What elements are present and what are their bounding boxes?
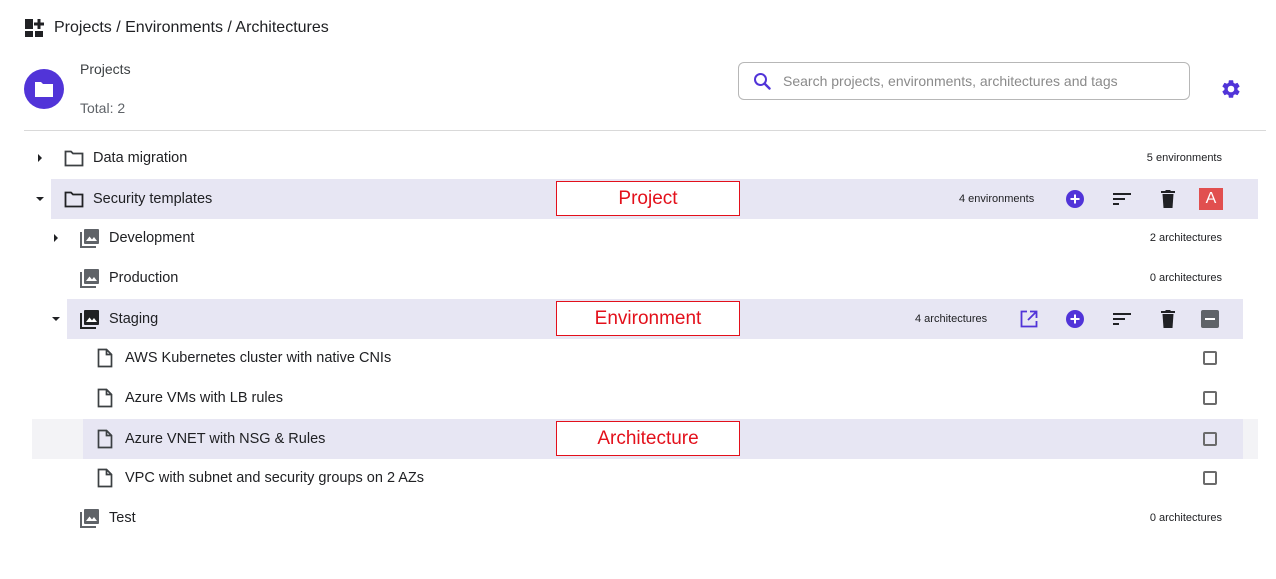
annotation-environment: Environment (556, 301, 740, 336)
document-icon (97, 388, 113, 408)
caret-right-icon[interactable] (35, 153, 45, 163)
architecture-name: Azure VNET with NSG & Rules (125, 431, 326, 447)
sort-icon[interactable] (1111, 188, 1133, 210)
sort-icon[interactable] (1111, 308, 1133, 330)
image-collection-icon (80, 508, 100, 528)
project-badge[interactable]: A (1199, 188, 1223, 210)
document-icon (97, 468, 113, 488)
caret-down-icon[interactable] (35, 194, 45, 204)
architecture-row[interactable]: VPC with subnet and security groups on 2… (32, 458, 1258, 498)
open-external-icon[interactable] (1018, 308, 1040, 330)
delete-icon[interactable] (1157, 188, 1179, 210)
select-checkbox[interactable] (1203, 471, 1217, 485)
architecture-count: 0 architectures (1149, 272, 1222, 284)
folder-outline-icon (64, 191, 84, 208)
dashboard-add-icon (24, 18, 44, 38)
select-checkbox[interactable] (1203, 351, 1217, 365)
architecture-row[interactable]: Azure VMs with LB rules (32, 378, 1258, 418)
annotation-architecture: Architecture (556, 421, 740, 456)
project-name: Security templates (93, 191, 213, 207)
environment-row-test[interactable]: Test 0 architectures (32, 498, 1258, 538)
search-icon (753, 72, 771, 90)
total-count: Total: 2 (80, 100, 126, 116)
folder-icon (34, 80, 54, 98)
select-checkbox[interactable] (1203, 432, 1217, 446)
architecture-count: 0 architectures (1149, 512, 1222, 524)
image-collection-icon (80, 268, 100, 288)
caret-right-icon[interactable] (51, 233, 61, 243)
avatar (24, 69, 64, 109)
architecture-count: 4 architectures (915, 313, 988, 325)
annotation-project: Project (556, 181, 740, 216)
environment-row-development[interactable]: Development 2 architectures (32, 218, 1258, 258)
delete-icon[interactable] (1157, 308, 1179, 330)
environment-name: Test (109, 510, 136, 526)
add-architecture-button[interactable] (1064, 308, 1086, 330)
page-title: Projects (80, 61, 131, 77)
image-collection-icon (80, 228, 100, 248)
select-checkbox[interactable] (1203, 391, 1217, 405)
architecture-name: Azure VMs with LB rules (125, 390, 283, 406)
environment-name: Production (109, 270, 179, 286)
breadcrumb: Projects / Environments / Architectures (24, 16, 329, 40)
indeterminate-checkbox[interactable] (1199, 308, 1221, 330)
environment-name: Staging (109, 311, 159, 327)
document-icon (97, 348, 113, 368)
search-input[interactable] (781, 72, 1175, 90)
gear-icon[interactable] (1220, 78, 1242, 100)
project-row-data-migration[interactable]: Data migration 5 environments (32, 138, 1258, 178)
project-name: Data migration (93, 150, 188, 166)
header-divider (24, 130, 1266, 131)
environment-name: Development (109, 230, 195, 246)
breadcrumb-text[interactable]: Projects / Environments / Architectures (54, 19, 329, 37)
search-box[interactable] (738, 62, 1190, 100)
architecture-count: 2 architectures (1149, 232, 1222, 244)
architecture-row[interactable]: AWS Kubernetes cluster with native CNIs (32, 338, 1258, 378)
add-environment-button[interactable] (1064, 188, 1086, 210)
environment-count: 4 environments (959, 193, 1035, 205)
folder-outline-icon (64, 150, 84, 167)
document-icon (97, 429, 113, 449)
environment-row-production[interactable]: Production 0 architectures (32, 258, 1258, 298)
architecture-name: AWS Kubernetes cluster with native CNIs (125, 350, 392, 366)
architecture-name: VPC with subnet and security groups on 2… (125, 470, 425, 486)
image-collection-icon (80, 309, 100, 329)
caret-down-icon[interactable] (51, 314, 61, 324)
environment-count: 5 environments (1146, 152, 1222, 164)
